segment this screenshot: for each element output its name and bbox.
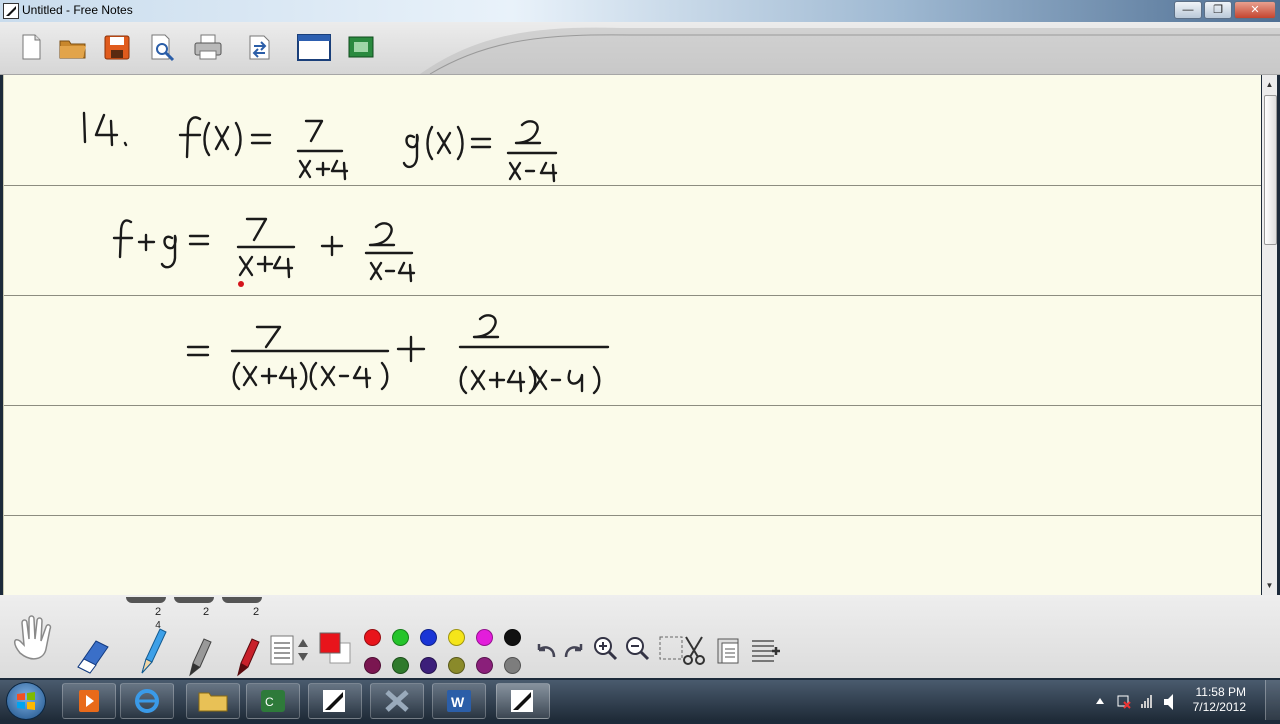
color-swatch-magenta[interactable]: [476, 629, 493, 646]
window-title: Untitled - Free Notes: [22, 3, 133, 17]
scrollbar-thumb[interactable]: [1264, 95, 1277, 245]
new-document-icon[interactable]: [16, 32, 46, 62]
title-bar: Untitled - Free Notes — ❐ ✕: [0, 0, 1280, 22]
pen-width-label: 2: [202, 606, 210, 618]
open-folder-icon[interactable]: [58, 32, 88, 62]
marker-red-icon[interactable]: [232, 635, 262, 677]
tray-icons: [1096, 694, 1173, 710]
taskbar-free-notes-active[interactable]: [496, 683, 550, 719]
media-center-icon: [79, 690, 99, 712]
toolbar-swoosh-decoration: [420, 27, 1280, 74]
network-tool-icon: [385, 690, 409, 712]
color-swatch-yellow[interactable]: [448, 629, 465, 646]
zoom-out-icon[interactable]: [624, 635, 650, 661]
color-swatch-blue[interactable]: [420, 629, 437, 646]
clock-date: 7/12/2012: [1192, 700, 1246, 714]
pen-width-tab[interactable]: [174, 597, 214, 603]
scroll-down-arrow-icon[interactable]: ▼: [1262, 578, 1277, 593]
camtasia-icon: C: [261, 690, 285, 712]
redo-icon[interactable]: [562, 639, 586, 663]
free-notes-icon: [323, 690, 345, 712]
print-icon[interactable]: [193, 32, 223, 62]
taskbar-free-notes[interactable]: [308, 683, 362, 719]
svg-text:W: W: [451, 694, 465, 710]
screen-capture-icon[interactable]: [346, 32, 376, 62]
paste-icon[interactable]: [716, 635, 742, 665]
show-desktop-button[interactable]: [1265, 680, 1280, 720]
pen-width-tab[interactable]: [222, 597, 262, 603]
taskbar-clock[interactable]: 11:58 PM 7/12/2012: [1193, 685, 1246, 715]
color-swatch-red[interactable]: [364, 629, 381, 646]
show-hidden-icons-icon: [1096, 698, 1104, 704]
line-style-icon[interactable]: [270, 635, 294, 665]
start-button[interactable]: [6, 682, 46, 720]
taskbar-word[interactable]: W: [432, 683, 486, 719]
taskbar-media-center[interactable]: [62, 683, 116, 719]
cursor-dot: [238, 281, 244, 287]
taskbar-camtasia[interactable]: C: [246, 683, 300, 719]
drawing-toolbar: 2 2 2 4: [0, 595, 1280, 678]
svg-text:C: C: [265, 695, 274, 709]
marker-gray-icon[interactable]: [184, 635, 214, 677]
handwriting-ink: [82, 111, 610, 395]
color-swatch-gray[interactable]: [504, 657, 521, 674]
color-swatch-black[interactable]: [504, 629, 521, 646]
handwritten-line-3: [186, 314, 610, 395]
select-cut-icon[interactable]: [658, 633, 710, 667]
print-preview-icon[interactable]: [147, 32, 177, 62]
color-swatch-dark-magenta[interactable]: [364, 657, 381, 674]
close-button[interactable]: ✕: [1234, 1, 1276, 19]
handwritten-line-2: [112, 217, 416, 283]
window-icon[interactable]: [297, 32, 331, 62]
pen-width-label: 2: [154, 606, 162, 618]
maximize-button[interactable]: ❐: [1204, 1, 1232, 19]
taskbar-network-tool[interactable]: [370, 683, 424, 719]
color-swatch-green[interactable]: [392, 629, 409, 646]
clock-time: 11:58 PM: [1195, 685, 1246, 699]
free-notes-active-icon: [511, 690, 533, 712]
windows-taskbar: C W 11:58 PM 7/12/2012: [0, 680, 1280, 720]
main-toolbar: [0, 22, 1280, 75]
eraser-icon[interactable]: [72, 633, 112, 675]
pencil-blue-icon[interactable]: [134, 623, 168, 677]
line-style-spinner-icon[interactable]: [296, 635, 310, 665]
file-explorer-icon: [198, 692, 228, 712]
pen-width-label: 2: [252, 606, 260, 618]
pen-width-tab[interactable]: [126, 597, 166, 603]
word-icon: W: [447, 690, 471, 712]
color-swatch-purple[interactable]: [476, 657, 493, 674]
vertical-scrollbar[interactable]: ▲ ▼: [1262, 75, 1277, 595]
zoom-in-icon[interactable]: [592, 635, 618, 661]
free-notes-app-icon[interactable]: [3, 3, 19, 19]
color-swatch-dark-green[interactable]: [392, 657, 409, 674]
export-icon[interactable]: [244, 32, 274, 62]
system-tray: 11:58 PM 7/12/2012: [1090, 680, 1280, 720]
taskbar-internet-explorer[interactable]: [120, 683, 174, 719]
taskbar-file-explorer[interactable]: [186, 683, 240, 719]
insert-space-icon[interactable]: [750, 635, 782, 665]
scroll-up-arrow-icon[interactable]: ▲: [1262, 77, 1277, 92]
handwritten-line-1: [82, 111, 558, 183]
color-swatch-olive[interactable]: [448, 657, 465, 674]
current-color-icon[interactable]: [318, 631, 354, 667]
undo-icon[interactable]: [534, 639, 558, 663]
hand-pan-icon[interactable]: [8, 613, 62, 665]
internet-explorer-icon: [135, 689, 159, 713]
save-icon[interactable]: [102, 32, 132, 62]
note-page[interactable]: [3, 75, 1261, 595]
color-swatch-dark-indigo[interactable]: [420, 657, 437, 674]
windows-logo-icon: [17, 692, 35, 710]
minimize-button[interactable]: —: [1174, 1, 1202, 19]
